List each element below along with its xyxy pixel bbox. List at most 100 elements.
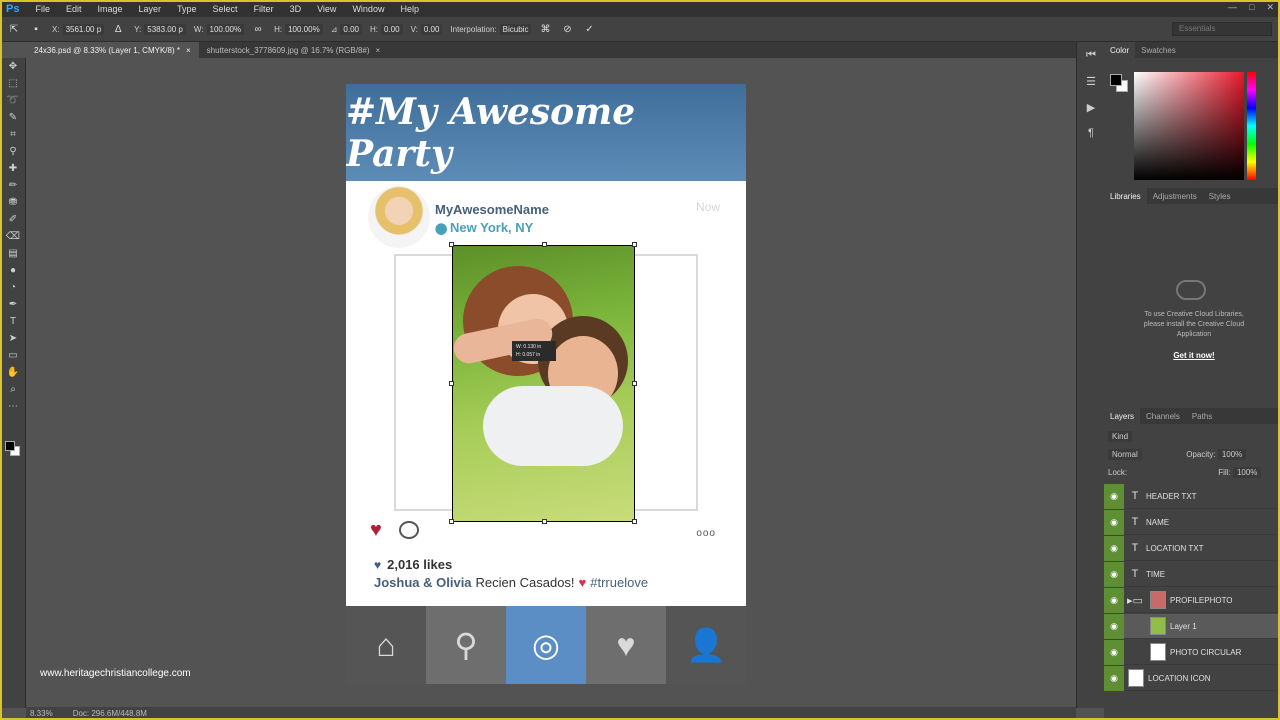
visibility-eye-icon[interactable]: ◉ (1104, 561, 1124, 587)
document-canvas[interactable]: #My Awesome Party MyAwesomeName ⬤ New Yor… (346, 84, 746, 684)
canvas-area[interactable]: #My Awesome Party MyAwesomeName ⬤ New Yor… (26, 58, 1076, 708)
move-tool-icon[interactable]: ⇱ (6, 22, 22, 36)
reference-point-icon[interactable]: ▪ (28, 22, 44, 36)
visibility-eye-icon[interactable]: ◉ (1104, 639, 1124, 665)
tab-libraries[interactable]: Libraries (1104, 188, 1147, 204)
menu-select[interactable]: Select (205, 4, 246, 14)
eraser-tool-icon[interactable]: ⌫ (0, 228, 26, 245)
layer-row[interactable]: ◉ T LOCATION TXT (1104, 535, 1280, 561)
menu-image[interactable]: Image (90, 4, 131, 14)
workspace-select[interactable]: Essentials (1172, 22, 1272, 36)
delta-icon[interactable]: Δ (110, 22, 126, 36)
transform-handle[interactable] (542, 242, 547, 247)
fg-color-box[interactable] (1110, 74, 1122, 86)
close-button[interactable]: ✕ (1266, 2, 1274, 13)
blur-tool-icon[interactable]: ● (0, 262, 26, 279)
history-brush-tool-icon[interactable]: ✐ (0, 211, 26, 228)
transform-handle[interactable] (449, 381, 454, 386)
minimize-button[interactable]: — (1228, 2, 1237, 13)
couple-photo[interactable] (452, 245, 635, 522)
brush-tool-icon[interactable]: ✏ (0, 177, 26, 194)
tab-styles[interactable]: Styles (1203, 192, 1237, 201)
interpolation-select[interactable]: Bicubic (499, 23, 532, 35)
cancel-transform-icon[interactable]: ⊘ (559, 22, 575, 36)
layer-row[interactable]: ◉ T NAME (1104, 509, 1280, 535)
visibility-eye-icon[interactable]: ◉ (1104, 587, 1124, 613)
type-tool-icon[interactable]: T (0, 313, 26, 330)
pen-tool-icon[interactable]: ✒ (0, 296, 26, 313)
tab-channels[interactable]: Channels (1140, 412, 1186, 421)
opacity-field[interactable]: 100% (1217, 449, 1247, 460)
tab-adjustments[interactable]: Adjustments (1147, 192, 1203, 201)
properties-icon[interactable]: ☰ (1077, 68, 1105, 94)
lasso-tool-icon[interactable]: ➰ (0, 92, 26, 109)
transform-handle[interactable] (542, 519, 547, 524)
menu-3d[interactable]: 3D (282, 4, 310, 14)
tab-layers[interactable]: Layers (1104, 408, 1141, 424)
transform-handle[interactable] (632, 519, 637, 524)
actions-icon[interactable]: ▶ (1077, 94, 1105, 120)
commit-transform-icon[interactable]: ✓ (581, 22, 597, 36)
tab-swatches[interactable]: Swatches (1135, 46, 1182, 55)
color-picker-field[interactable] (1134, 72, 1244, 180)
crop-tool-icon[interactable]: ⌗ (0, 126, 26, 143)
layer-row-selected[interactable]: ◉ Layer 1 (1104, 613, 1280, 639)
shape-tool-icon[interactable]: ▭ (0, 347, 26, 364)
hskew-field[interactable]: 0.00 (380, 23, 403, 35)
visibility-eye-icon[interactable]: ◉ (1104, 509, 1124, 535)
get-it-now-link[interactable]: Get it now! (1134, 351, 1254, 360)
transform-handle[interactable] (449, 519, 454, 524)
menu-edit[interactable]: Edit (58, 4, 90, 14)
close-icon[interactable]: × (186, 46, 191, 55)
hue-slider[interactable] (1247, 72, 1256, 180)
path-select-tool-icon[interactable]: ➤ (0, 330, 26, 347)
hand-tool-icon[interactable]: ✋ (0, 364, 26, 381)
visibility-eye-icon[interactable]: ◉ (1104, 665, 1124, 691)
warp-icon[interactable]: ⌘ (537, 22, 553, 36)
stamp-tool-icon[interactable]: ⛃ (0, 194, 26, 211)
menu-window[interactable]: Window (344, 4, 392, 14)
gradient-tool-icon[interactable]: ▤ (0, 245, 26, 262)
maximize-button[interactable]: □ (1249, 2, 1254, 13)
menu-layer[interactable]: Layer (131, 4, 170, 14)
transform-handle[interactable] (449, 242, 454, 247)
layer-row[interactable]: ◉ T TIME (1104, 561, 1280, 587)
menu-view[interactable]: View (309, 4, 344, 14)
tab-color[interactable]: Color (1104, 42, 1136, 58)
transform-handle[interactable] (632, 381, 637, 386)
tab-paths[interactable]: Paths (1186, 412, 1218, 421)
visibility-eye-icon[interactable]: ◉ (1104, 535, 1124, 561)
menu-help[interactable]: Help (392, 4, 427, 14)
zoom-level[interactable]: 8.33% (30, 709, 53, 718)
w-field[interactable]: 100.00% (206, 23, 245, 35)
kind-select[interactable]: Kind (1108, 431, 1133, 442)
transform-handle[interactable] (632, 242, 637, 247)
zoom-tool-icon[interactable]: ⌕ (0, 381, 26, 398)
y-field[interactable]: 5383.00 p (144, 23, 186, 35)
fill-field[interactable]: 100% (1232, 467, 1262, 478)
close-icon[interactable]: × (376, 46, 381, 55)
tab-24x36[interactable]: 24x36.psd @ 8.33% (Layer 1, CMYK/8) * × (26, 42, 199, 58)
visibility-eye-icon[interactable]: ◉ (1104, 483, 1124, 509)
vskew-field[interactable]: 0.00 (420, 23, 443, 35)
move-tool-icon[interactable]: ✥ (0, 58, 26, 75)
tab-shutterstock[interactable]: shutterstock_3778609.jpg @ 16.7% (RGB/8#… (199, 42, 389, 58)
layer-row[interactable]: ◉ T HEADER TXT (1104, 483, 1280, 509)
x-field[interactable]: 3561.00 p (62, 23, 105, 35)
blend-mode-select[interactable]: Normal (1108, 449, 1142, 460)
healing-tool-icon[interactable]: ✚ (0, 160, 26, 177)
visibility-eye-icon[interactable]: ◉ (1104, 613, 1124, 639)
menu-filter[interactable]: Filter (246, 4, 282, 14)
layer-row[interactable]: ◉ ▸▭ PROFILEPHOTO (1104, 587, 1280, 613)
h-field[interactable]: 100.00% (285, 23, 323, 35)
link-icon[interactable]: ∞ (250, 22, 266, 36)
dodge-tool-icon[interactable]: ◔ (0, 279, 26, 296)
more-tools-icon[interactable]: ⋯ (0, 398, 26, 415)
eyedropper-tool-icon[interactable]: ⚲ (0, 143, 26, 160)
paragraph-icon[interactable]: ¶ (1077, 120, 1105, 146)
layer-row[interactable]: ◉ PHOTO CIRCULAR (1104, 639, 1280, 665)
layer-row[interactable]: ◉ LOCATION ICON (1104, 665, 1280, 691)
quick-select-tool-icon[interactable]: ✎ (0, 109, 26, 126)
menu-type[interactable]: Type (169, 4, 205, 14)
angle-field[interactable]: 0.00 (340, 23, 362, 35)
